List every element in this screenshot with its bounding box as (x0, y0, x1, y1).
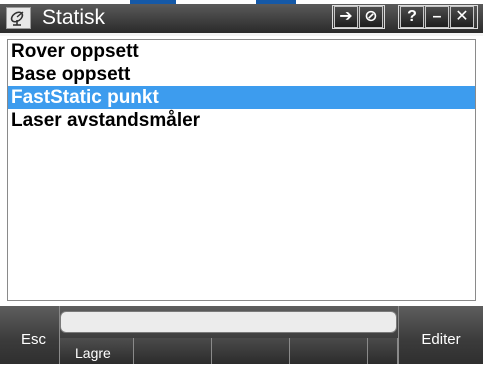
empty-softkey[interactable] (134, 338, 212, 364)
title-bar: Statisk ➔ ⊘ ? – ✕ (0, 0, 483, 36)
esc-button[interactable]: Esc (8, 306, 60, 364)
window-title: Statisk (42, 6, 106, 29)
editer-button[interactable]: Editer (398, 306, 483, 364)
empty-softkey[interactable] (212, 338, 290, 364)
menu-list: Rover oppsett Base oppsett FastStatic pu… (7, 39, 476, 301)
list-item-laser-avstandsmaler[interactable]: Laser avstandsmåler (8, 109, 475, 132)
lagre-button[interactable]: Lagre (60, 338, 134, 364)
close-icon[interactable]: ✕ (450, 6, 474, 28)
help-icon[interactable]: ? (400, 6, 424, 28)
no-entry-icon[interactable]: ⊘ (359, 6, 383, 28)
minimize-icon[interactable]: – (425, 6, 449, 28)
empty-softkey[interactable] (290, 338, 368, 364)
empty-softkey[interactable] (368, 338, 398, 364)
list-item-faststatic-punkt[interactable]: FastStatic punkt (8, 86, 475, 109)
list-item-rover-oppsett[interactable]: Rover oppsett (8, 40, 475, 63)
list-item-base-oppsett[interactable]: Base oppsett (8, 63, 475, 86)
softkey-bar: Esc Lagre Editer (0, 306, 483, 364)
connect-icon[interactable]: ➔ (334, 6, 358, 28)
command-input[interactable] (60, 311, 397, 333)
satellite-dish-icon[interactable] (6, 7, 31, 29)
